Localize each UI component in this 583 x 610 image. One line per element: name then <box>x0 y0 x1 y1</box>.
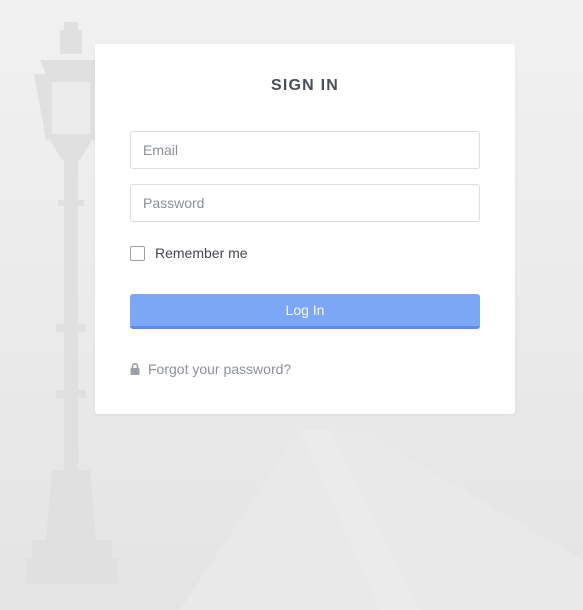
lock-icon <box>130 362 140 375</box>
password-field[interactable] <box>130 184 480 222</box>
forgot-password-label: Forgot your password? <box>148 361 292 377</box>
remember-me-option[interactable]: Remember me <box>130 244 248 262</box>
login-card: SIGN IN Remember me Log In Forgot your p… <box>95 44 515 414</box>
login-button[interactable]: Log In <box>130 294 480 329</box>
remember-me-label: Remember me <box>155 245 248 261</box>
email-field[interactable] <box>130 131 480 169</box>
page-title: SIGN IN <box>271 77 339 94</box>
remember-me-checkbox[interactable] <box>130 245 145 261</box>
forgot-password-link[interactable]: Forgot your password? <box>130 361 291 377</box>
